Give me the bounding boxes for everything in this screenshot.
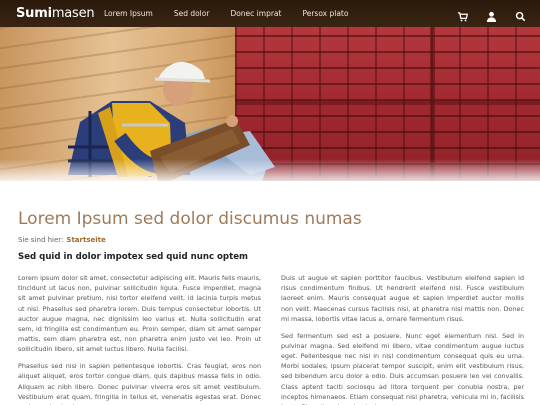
logo-light-text: masen [51,6,95,21]
cart-icon[interactable] [457,7,469,22]
page-title: Lorem Ipsum sed dolor discumus numas [18,209,362,229]
user-icon[interactable] [486,7,497,22]
breadcrumb: Sie sind hier: Startseite [18,236,106,244]
text-column-left: Lorem ipsum dolor sit amet, consectetur … [18,273,261,405]
nav-item-persox-plato[interactable]: Persox plato [302,9,348,18]
nav-item-sed-dolor[interactable]: Sed dolor [174,9,210,18]
worker-figure [68,27,540,181]
paragraph: Phasellus sed nisl in sapien pellentesqu… [18,362,261,405]
paragraph: Sed fermentum sed est a posuere. Nunc eg… [281,331,524,405]
section-subtitle: Sed quid in dolor impotex sed quid nunc … [18,252,248,262]
header-icons [457,7,526,22]
top-navigation-bar: Sumimasen Lorem Ipsum Sed dolor Donec im… [0,0,540,27]
paragraph: Lorem ipsum dolor sit amet, consectetur … [18,274,261,354]
logo-bold-text: Sumi [16,6,52,21]
nav-item-lorem-ipsum[interactable]: Lorem Ipsum [104,9,153,18]
nav-item-donec-imprat[interactable]: Donec imprat [230,9,281,18]
search-icon[interactable] [515,7,526,22]
breadcrumb-label: Sie sind hier: [18,236,64,244]
hero-fade [0,159,540,181]
paragraph: Duis ut augue et sapien porttitor faucib… [281,274,524,323]
main-nav: Lorem Ipsum Sed dolor Donec imprat Perso… [104,0,369,27]
text-column-right: Duis ut augue et sapien porttitor faucib… [281,273,524,405]
hero-image [0,27,540,181]
breadcrumb-link-startseite[interactable]: Startseite [66,236,105,244]
site-logo[interactable]: Sumimasen [16,6,95,21]
